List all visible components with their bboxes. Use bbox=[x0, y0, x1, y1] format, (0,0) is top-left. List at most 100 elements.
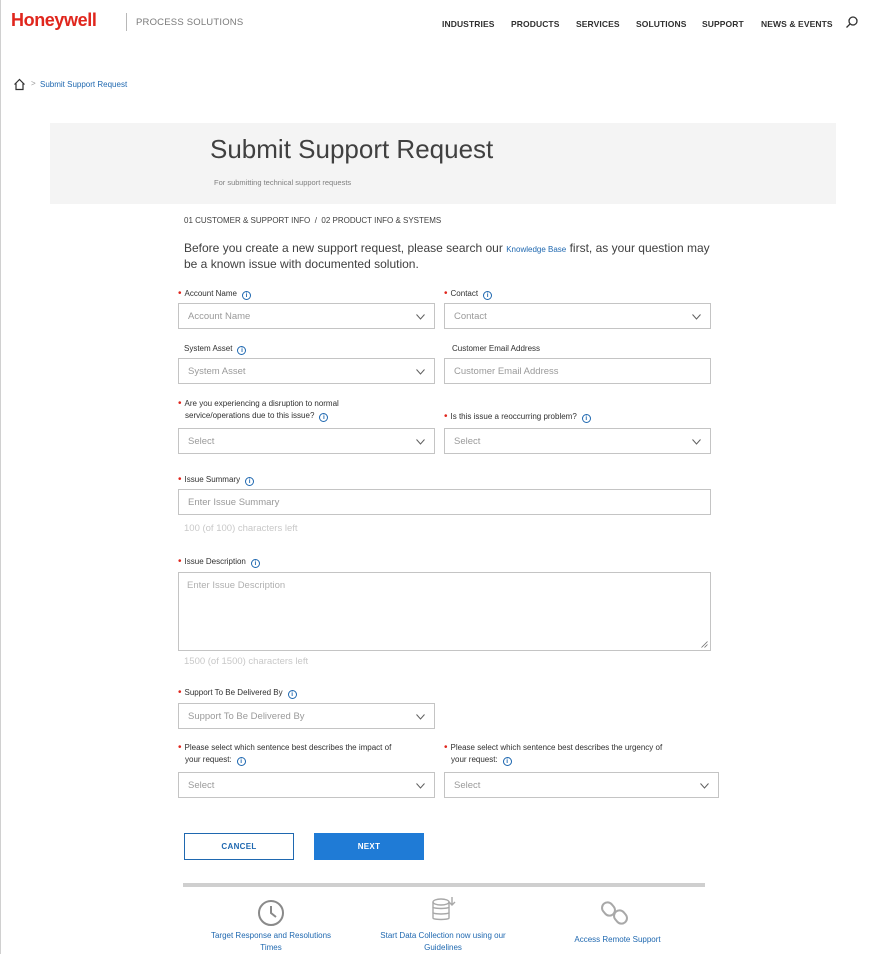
form-steps: 01 CUSTOMER & SUPPORT INFO / 02 PRODUCT … bbox=[184, 216, 442, 225]
chevron-down-icon bbox=[416, 714, 425, 720]
issue-summary-label: • Issue Summary i bbox=[178, 474, 255, 486]
urgency-select[interactable]: Select bbox=[444, 772, 719, 798]
next-button[interactable]: NEXT bbox=[314, 833, 424, 860]
chevron-down-icon bbox=[416, 314, 425, 320]
chevron-down-icon bbox=[416, 369, 425, 375]
required-mark: • bbox=[178, 556, 182, 567]
issue-description-label-text: Issue Description bbox=[184, 557, 246, 566]
info-icon[interactable]: i bbox=[245, 477, 255, 486]
remote-support-link[interactable]: Access Remote Support bbox=[555, 934, 680, 946]
customer-email-placeholder: Customer Email Address bbox=[454, 366, 559, 377]
resize-handle-icon[interactable] bbox=[701, 641, 708, 648]
breadcrumb-current[interactable]: Submit Support Request bbox=[40, 80, 127, 89]
contact-label: • Contact i bbox=[444, 288, 493, 300]
account-name-placeholder: Account Name bbox=[188, 311, 251, 322]
customer-email-input[interactable]: Customer Email Address bbox=[444, 358, 711, 384]
issue-description-placeholder: Enter Issue Description bbox=[187, 580, 286, 591]
delivered-by-placeholder: Support To Be Delivered By bbox=[188, 711, 305, 722]
data-collection-link[interactable]: Start Data Collection now using our Guide… bbox=[358, 930, 528, 954]
data-collection-line2: Guidelines bbox=[424, 943, 462, 952]
reoccurring-select[interactable]: Select bbox=[444, 428, 711, 454]
urgency-placeholder: Select bbox=[454, 780, 481, 791]
nav-support[interactable]: SUPPORT bbox=[702, 19, 744, 29]
chevron-down-icon bbox=[416, 783, 425, 789]
info-icon[interactable]: i bbox=[250, 559, 260, 568]
urgency-label-line2: your request: bbox=[451, 755, 498, 764]
required-mark: • bbox=[444, 411, 448, 422]
disruption-label-line2: service/operations due to this issue? bbox=[185, 411, 315, 420]
required-mark: • bbox=[178, 687, 182, 698]
contact-placeholder: Contact bbox=[454, 311, 487, 322]
chain-link-icon[interactable] bbox=[600, 898, 630, 928]
delivered-by-select[interactable]: Support To Be Delivered By bbox=[178, 703, 435, 729]
logo-divider bbox=[126, 13, 127, 31]
nav-services[interactable]: SERVICES bbox=[576, 19, 620, 29]
cancel-button[interactable]: CANCEL bbox=[184, 833, 294, 860]
info-icon[interactable]: i bbox=[241, 291, 251, 300]
delivered-by-label-text: Support To Be Delivered By bbox=[184, 688, 283, 697]
info-icon[interactable]: i bbox=[502, 757, 512, 766]
info-icon[interactable]: i bbox=[581, 414, 591, 423]
chevron-down-icon bbox=[692, 439, 701, 445]
info-icon[interactable]: i bbox=[483, 291, 493, 300]
page-title: Submit Support Request bbox=[210, 134, 494, 164]
disruption-select[interactable]: Select bbox=[178, 428, 435, 454]
required-mark: • bbox=[178, 742, 182, 753]
info-icon[interactable]: i bbox=[237, 346, 247, 355]
issue-description-counter: 1500 (of 1500) characters left bbox=[184, 656, 309, 667]
urgency-label: • Please select which sentence best descr… bbox=[444, 742, 662, 766]
issue-summary-counter: 100 (of 100) characters left bbox=[184, 523, 298, 534]
breadcrumb-separator: > bbox=[31, 79, 36, 88]
info-icon[interactable]: i bbox=[287, 690, 297, 699]
chevron-down-icon bbox=[700, 783, 709, 789]
system-asset-select[interactable]: System Asset bbox=[178, 358, 435, 384]
contact-label-text: Contact bbox=[450, 289, 479, 298]
disruption-label-line1: Are you experiencing a disruption to nor… bbox=[184, 399, 339, 408]
account-name-label-text: Account Name bbox=[184, 289, 237, 298]
logo-subtitle: PROCESS SOLUTIONS bbox=[136, 17, 244, 28]
target-response-line2: Times bbox=[260, 943, 282, 952]
target-response-line1: Target Response and Resolutions bbox=[210, 931, 332, 940]
reoccurring-label: • Is this issue a reoccurring problem? i bbox=[444, 411, 591, 423]
clock-icon[interactable] bbox=[256, 898, 286, 928]
system-asset-label: System Asset i bbox=[184, 343, 247, 355]
urgency-label-line1: Please select which sentence best descri… bbox=[450, 743, 663, 752]
database-icon[interactable] bbox=[428, 894, 458, 924]
impact-placeholder: Select bbox=[188, 780, 215, 791]
contact-select[interactable]: Contact bbox=[444, 303, 711, 329]
info-icon[interactable]: i bbox=[236, 757, 246, 766]
intro-before: Before you create a new support request,… bbox=[184, 241, 507, 255]
info-icon[interactable]: i bbox=[319, 413, 329, 422]
required-mark: • bbox=[178, 398, 182, 409]
nav-news-events[interactable]: NEWS & EVENTS bbox=[761, 19, 833, 29]
nav-products[interactable]: PRODUCTS bbox=[511, 19, 560, 29]
issue-description-label: • Issue Description i bbox=[178, 556, 260, 568]
required-mark: • bbox=[178, 474, 182, 485]
target-response-link[interactable]: Target Response and Resolutions Times bbox=[196, 930, 346, 954]
impact-label-line1: Please select which sentence best descri… bbox=[184, 743, 392, 752]
impact-label: • Please select which sentence best descr… bbox=[178, 742, 391, 766]
page-left-border bbox=[0, 0, 1, 954]
delivered-by-label: • Support To Be Delivered By i bbox=[178, 687, 297, 699]
issue-summary-input[interactable]: Enter Issue Summary bbox=[178, 489, 711, 515]
chevron-down-icon bbox=[692, 314, 701, 320]
page-banner: Submit Support Request For submitting te… bbox=[50, 123, 836, 204]
required-mark: • bbox=[444, 742, 448, 753]
required-mark: • bbox=[444, 288, 448, 299]
system-asset-label-text: System Asset bbox=[184, 344, 233, 353]
footer-divider bbox=[183, 883, 705, 887]
account-name-select[interactable]: Account Name bbox=[178, 303, 435, 329]
impact-select[interactable]: Select bbox=[178, 772, 435, 798]
reoccurring-label-text: Is this issue a reoccurring problem? bbox=[450, 412, 577, 421]
knowledge-base-link[interactable]: Knowledge Base bbox=[506, 245, 566, 254]
issue-description-textarea[interactable]: Enter Issue Description bbox=[178, 572, 711, 651]
nav-solutions[interactable]: SOLUTIONS bbox=[636, 19, 687, 29]
issue-summary-label-text: Issue Summary bbox=[184, 475, 241, 484]
home-icon[interactable] bbox=[13, 78, 26, 91]
disruption-placeholder: Select bbox=[188, 436, 215, 447]
honeywell-logo[interactable]: Honeywell bbox=[11, 10, 97, 31]
required-mark: • bbox=[178, 288, 182, 299]
issue-summary-placeholder: Enter Issue Summary bbox=[188, 497, 280, 508]
search-icon[interactable] bbox=[845, 15, 859, 29]
nav-industries[interactable]: INDUSTRIES bbox=[442, 19, 494, 29]
